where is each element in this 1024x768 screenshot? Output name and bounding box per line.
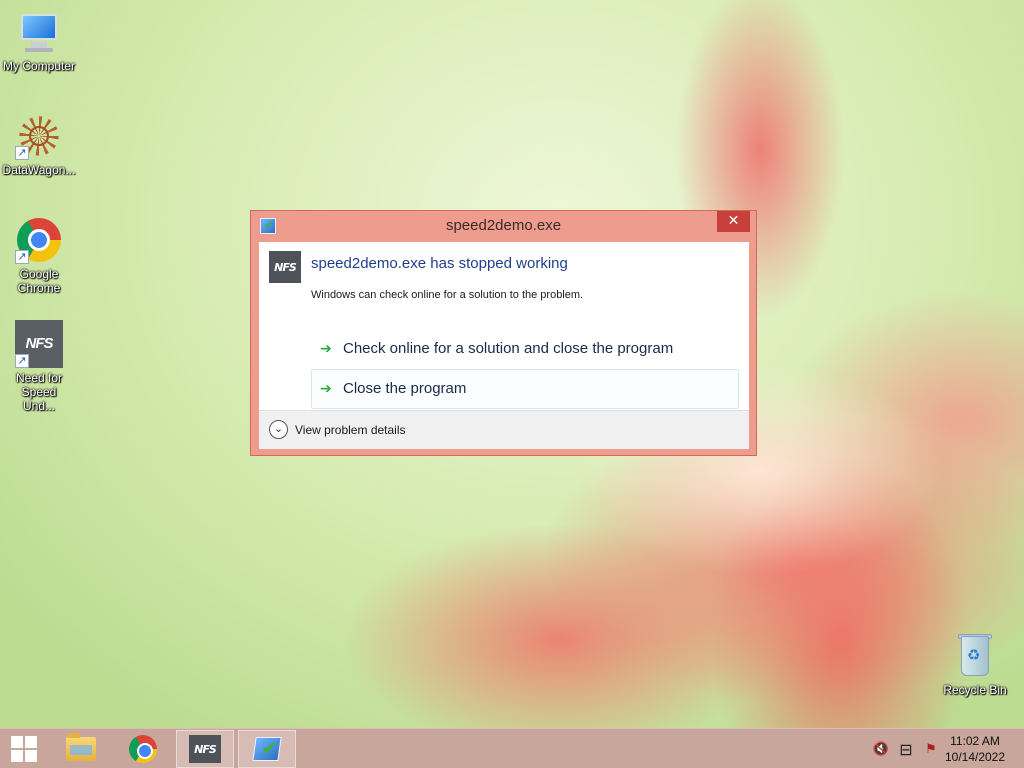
command-link-label: Check online for a solution and close th… xyxy=(343,340,674,357)
close-program-command-link[interactable]: ➔ Close the program xyxy=(311,369,739,409)
desktop-icon-label: Google Chrome xyxy=(17,267,61,295)
error-dialog: speed2demo.exe ✕ NFS speed2demo.exe has … xyxy=(250,210,757,456)
main-instruction: speed2demo.exe has stopped working xyxy=(311,255,568,272)
desktop-icon-label: Recycle Bin xyxy=(943,683,1007,697)
desktop-icon-label: My Computer xyxy=(2,59,76,73)
check-online-command-link[interactable]: ➔ Check online for a solution and close … xyxy=(311,329,739,369)
chevron-down-icon[interactable]: ⌄ xyxy=(269,420,288,439)
shortcut-arrow-icon xyxy=(15,250,29,264)
green-arrow-icon: ➔ xyxy=(320,381,332,397)
dialog-body: NFS speed2demo.exe has stopped working W… xyxy=(259,242,749,449)
problem-reporting-icon xyxy=(252,737,282,761)
taskbar: NFS 🔇 ⊟ ⚑ 11:02 AM 10/14/2022 xyxy=(0,728,1024,768)
desktop-icon-google-chrome[interactable]: Google Chrome xyxy=(0,216,78,295)
shortcut-arrow-icon xyxy=(15,354,29,368)
taskbar-file-explorer[interactable] xyxy=(52,730,110,768)
chrome-icon xyxy=(15,216,63,264)
windows-logo-icon xyxy=(11,736,37,762)
start-button[interactable] xyxy=(0,730,53,768)
action-center-flag-icon[interactable]: ⚑ xyxy=(922,729,940,768)
command-link-label: Close the program xyxy=(343,380,467,397)
shortcut-arrow-icon xyxy=(15,146,29,160)
close-button[interactable]: ✕ xyxy=(717,211,750,232)
folder-icon xyxy=(66,733,96,761)
desktop-icon-label: DataWagon... xyxy=(2,163,76,177)
desktop-icon-need-for-speed[interactable]: NFS Need for Speed Und... xyxy=(0,320,78,413)
dialog-footer: ⌄ View problem details xyxy=(259,410,749,449)
nfs-icon: NFS xyxy=(189,735,221,763)
nfs-app-icon: NFS xyxy=(269,251,301,283)
recycle-bin-icon xyxy=(951,632,999,680)
chrome-icon xyxy=(129,735,157,763)
volume-muted-icon[interactable]: 🔇 xyxy=(872,729,890,768)
nfs-icon: NFS xyxy=(15,320,63,368)
dialog-title: speed2demo.exe xyxy=(445,217,562,234)
datawagon-icon xyxy=(15,112,63,160)
desktop-icon-my-computer[interactable]: My Computer xyxy=(0,8,78,73)
computer-icon xyxy=(15,8,63,56)
desktop-icon-recycle-bin[interactable]: Recycle Bin xyxy=(936,632,1014,697)
taskbar-problem-reporting[interactable] xyxy=(238,730,296,768)
view-problem-details-link[interactable]: View problem details xyxy=(295,423,406,437)
dialog-content: Windows can check online for a solution … xyxy=(311,289,584,301)
clock-date: 10/14/2022 xyxy=(944,750,1006,764)
green-arrow-icon: ➔ xyxy=(320,341,332,357)
taskbar-chrome[interactable] xyxy=(114,730,172,768)
dialog-titlebar[interactable]: speed2demo.exe ✕ xyxy=(251,211,756,241)
taskbar-need-for-speed[interactable]: NFS xyxy=(176,730,234,768)
clock-time: 11:02 AM xyxy=(950,734,1000,748)
desktop-icon-label: Need for Speed Und... xyxy=(15,371,63,413)
network-icon[interactable]: ⊟ xyxy=(896,729,916,768)
desktop-icon-datawagon[interactable]: DataWagon... xyxy=(0,112,78,177)
system-clock[interactable]: 11:02 AM 10/14/2022 xyxy=(940,733,1010,765)
